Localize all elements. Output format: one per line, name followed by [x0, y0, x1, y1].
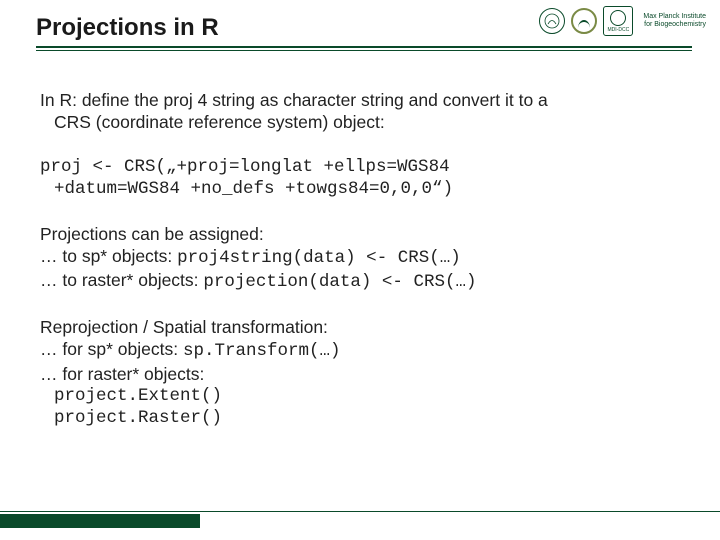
title-rule-thick: [36, 46, 692, 48]
minerva-head-icon: [543, 12, 561, 30]
assign-sp-line: … to sp* objects: proj4string(data) <- C…: [40, 245, 680, 269]
intro-line1: In R: define the proj 4 string as charac…: [40, 89, 680, 111]
reproj-code-extent: project.Extent(): [40, 385, 680, 407]
reproj-paragraph: Reprojection / Spatial transformation: ……: [40, 316, 680, 430]
reproj-code-raster: project.Raster(): [40, 407, 680, 429]
slide: MDI-DCC Max Planck Institute for Biogeoc…: [0, 0, 720, 540]
institute-line2: for Biogeochemistry: [643, 21, 706, 29]
assign-heading: Projections can be assigned:: [40, 223, 680, 245]
header: MDI-DCC Max Planck Institute for Biogeoc…: [0, 0, 720, 65]
title-rule-thin: [36, 50, 692, 51]
code-line1: proj <- CRS(„+proj=longlat +ellps=WGS84: [40, 156, 680, 178]
reproj-sp-text: … for sp* objects:: [40, 339, 183, 359]
intro-line2: CRS (coordinate reference system) object…: [40, 111, 680, 133]
footer-rule: [0, 511, 720, 512]
bgc-ring-logo-icon: [571, 8, 597, 34]
assign-raster-code: projection(data) <- CRS(…): [203, 272, 476, 292]
reproj-sp-line: … for sp* objects: sp.Transform(…): [40, 338, 680, 362]
assign-sp-text: … to sp* objects:: [40, 246, 177, 266]
reproj-raster-line: … for raster* objects:: [40, 363, 680, 385]
institute-name: Max Planck Institute for Biogeochemistry: [643, 13, 706, 28]
logo-box-label: MDI-DCC: [608, 28, 630, 33]
reproj-sp-code: sp.Transform(…): [183, 341, 341, 361]
content: In R: define the proj 4 string as charac…: [0, 65, 720, 430]
institute-line1: Max Planck Institute: [643, 13, 706, 21]
minerva-logo-icon: [539, 8, 565, 34]
code-line2: +datum=WGS84 +no_defs +towgs84=0,0,0“): [40, 178, 680, 200]
reproj-heading: Reprojection / Spatial transformation:: [40, 316, 680, 338]
code-block-crs: proj <- CRS(„+proj=longlat +ellps=WGS84 …: [40, 156, 680, 201]
assign-paragraph: Projections can be assigned: … to sp* ob…: [40, 223, 680, 294]
mdi-dcc-logo-icon: MDI-DCC: [603, 6, 633, 36]
intro-paragraph: In R: define the proj 4 string as charac…: [40, 89, 680, 134]
logo-cluster: MDI-DCC Max Planck Institute for Biogeoc…: [539, 6, 706, 36]
assign-raster-line: … to raster* objects: projection(data) <…: [40, 269, 680, 293]
assign-sp-code: proj4string(data) <- CRS(…): [177, 248, 461, 268]
assign-raster-text: … to raster* objects:: [40, 270, 203, 290]
footer-accent-bar: [0, 514, 200, 528]
